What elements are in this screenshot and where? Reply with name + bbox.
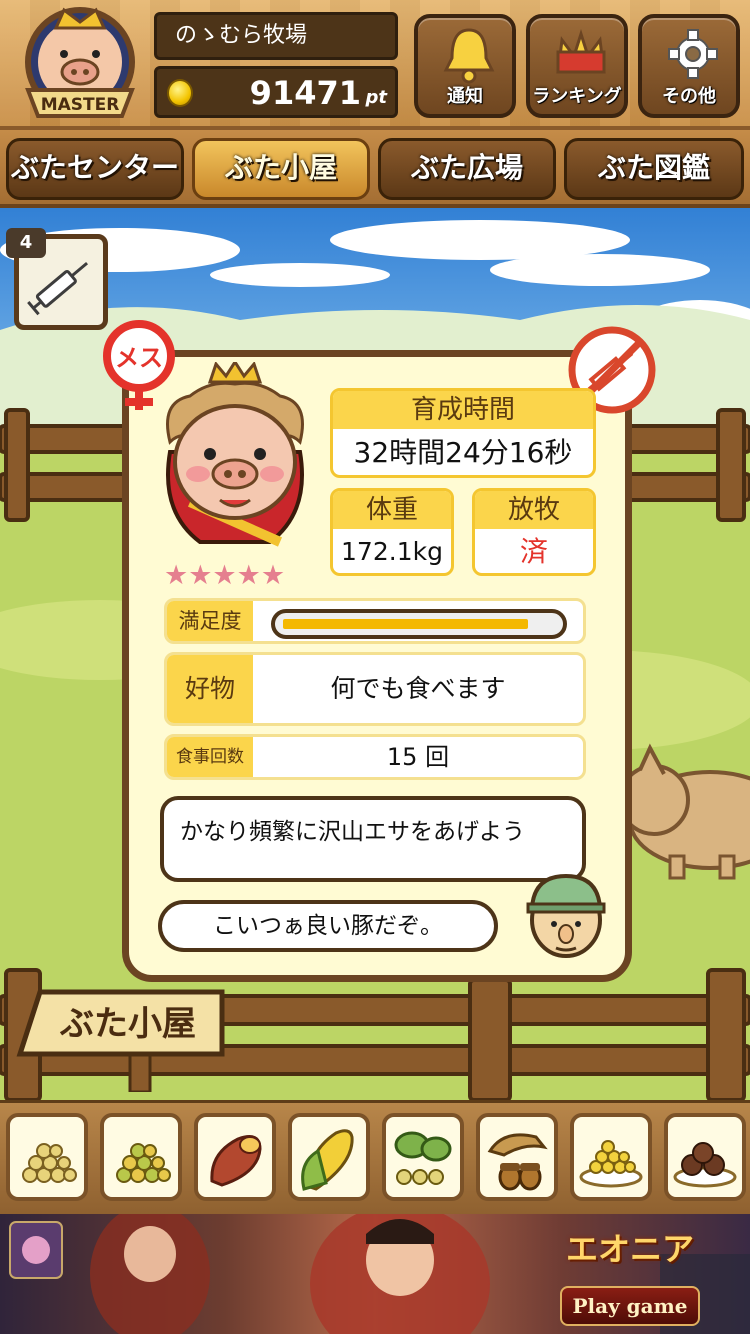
soy-plate-icon [579, 1140, 643, 1188]
ad-banner[interactable]: エオニア Play game [0, 1214, 750, 1334]
favorite-food-row: 好物 何でも食べます [164, 652, 586, 726]
food-slot-8[interactable] [664, 1113, 746, 1201]
food-selection-bar [0, 1100, 750, 1214]
grazing-value: 済 [519, 535, 548, 568]
grazing-label: 放牧 [475, 491, 593, 529]
tab-pig-square[interactable]: ぶた広場 [378, 138, 556, 200]
food-slot-3[interactable] [194, 1113, 276, 1201]
farmer-avatar [526, 873, 606, 958]
food-slot-7[interactable] [570, 1113, 652, 1201]
notification-button[interactable]: 通知 [414, 14, 516, 118]
ranking-label: ランキング [532, 86, 622, 107]
header-bar: MASTER のゝむら牧場 91471 pt 通知 ランキング その他 [0, 0, 750, 130]
favorite-label: 好物 [167, 655, 253, 723]
satisfaction-label: 満足度 [167, 601, 253, 641]
pig-portrait [166, 362, 304, 547]
ad-logo: エオニア [566, 1230, 695, 1268]
master-pig-badge[interactable]: MASTER [12, 6, 148, 124]
meal-count-row: 食事回数 15 回 [164, 734, 586, 780]
growth-time-card: 育成時間 32時間24分16秒 [330, 388, 596, 478]
bell-icon [443, 28, 495, 84]
corn-icon [301, 1129, 354, 1191]
ranking-button[interactable]: ランキング [526, 14, 628, 118]
notification-label: 通知 [447, 86, 483, 107]
gear-icon [668, 29, 718, 79]
points-value: 91471 [249, 74, 361, 112]
farmer-comment-bubble: こいつぁ良い豚だぞ。 [158, 900, 498, 952]
mixed-grain-icon [116, 1143, 171, 1183]
beans-leaf-icon [394, 1131, 452, 1185]
meal-count-value: 15 回 [386, 743, 450, 771]
badge-text: MASTER [41, 95, 120, 115]
crown-icon [556, 29, 606, 74]
satisfaction-fill [283, 619, 528, 629]
grain-pile-icon [22, 1143, 77, 1183]
weight-card: 体重 172.1kg [330, 488, 454, 576]
food-slot-6[interactable] [476, 1113, 558, 1201]
tab-pig-pen[interactable]: ぶた小屋 [192, 138, 370, 200]
acorn-icon [487, 1133, 548, 1191]
points-display: 91471 pt [154, 66, 398, 118]
satisfaction-row: 満足度 [164, 598, 586, 644]
farmer-comment-text: こいつぁ良い豚だぞ。 [213, 913, 443, 939]
weight-value: 172.1kg [341, 537, 443, 566]
advice-text: かなり頻繁に沢山エサをあげよう [180, 819, 525, 845]
pig-rating-stars: ★★★★★ [164, 560, 286, 591]
grazing-card: 放牧 済 [472, 488, 596, 576]
food-slot-2[interactable] [100, 1113, 182, 1201]
item-count-badge: 4 [6, 228, 46, 258]
sweet-potato-icon [210, 1135, 262, 1187]
ad-play-button[interactable]: Play game [560, 1286, 700, 1326]
favorite-value: 何でも食べます [330, 674, 506, 703]
coin-icon [167, 79, 193, 107]
meat-balls-icon [673, 1142, 737, 1188]
farm-name: のゝむら牧場 [154, 12, 398, 60]
weight-label: 体重 [333, 491, 451, 529]
other-button[interactable]: その他 [638, 14, 740, 118]
other-label: その他 [662, 86, 716, 107]
food-slot-5[interactable] [382, 1113, 464, 1201]
food-slot-4[interactable] [288, 1113, 370, 1201]
growth-time-label: 育成時間 [333, 391, 593, 429]
tab-pig-center[interactable]: ぶたセンター [6, 138, 184, 200]
food-slot-1[interactable] [6, 1113, 88, 1201]
satisfaction-bar [271, 609, 567, 639]
points-unit: pt [365, 87, 388, 108]
main-tabs: ぶたセンター ぶた小屋 ぶた広場 ぶた図鑑 [0, 130, 750, 208]
tab-pig-encyclopedia[interactable]: ぶた図鑑 [564, 138, 744, 200]
meal-count-label: 食事回数 [167, 737, 253, 777]
signboard-label: ぶた小屋 [60, 1004, 196, 1044]
growth-time-value: 32時間24分16秒 [353, 436, 573, 469]
